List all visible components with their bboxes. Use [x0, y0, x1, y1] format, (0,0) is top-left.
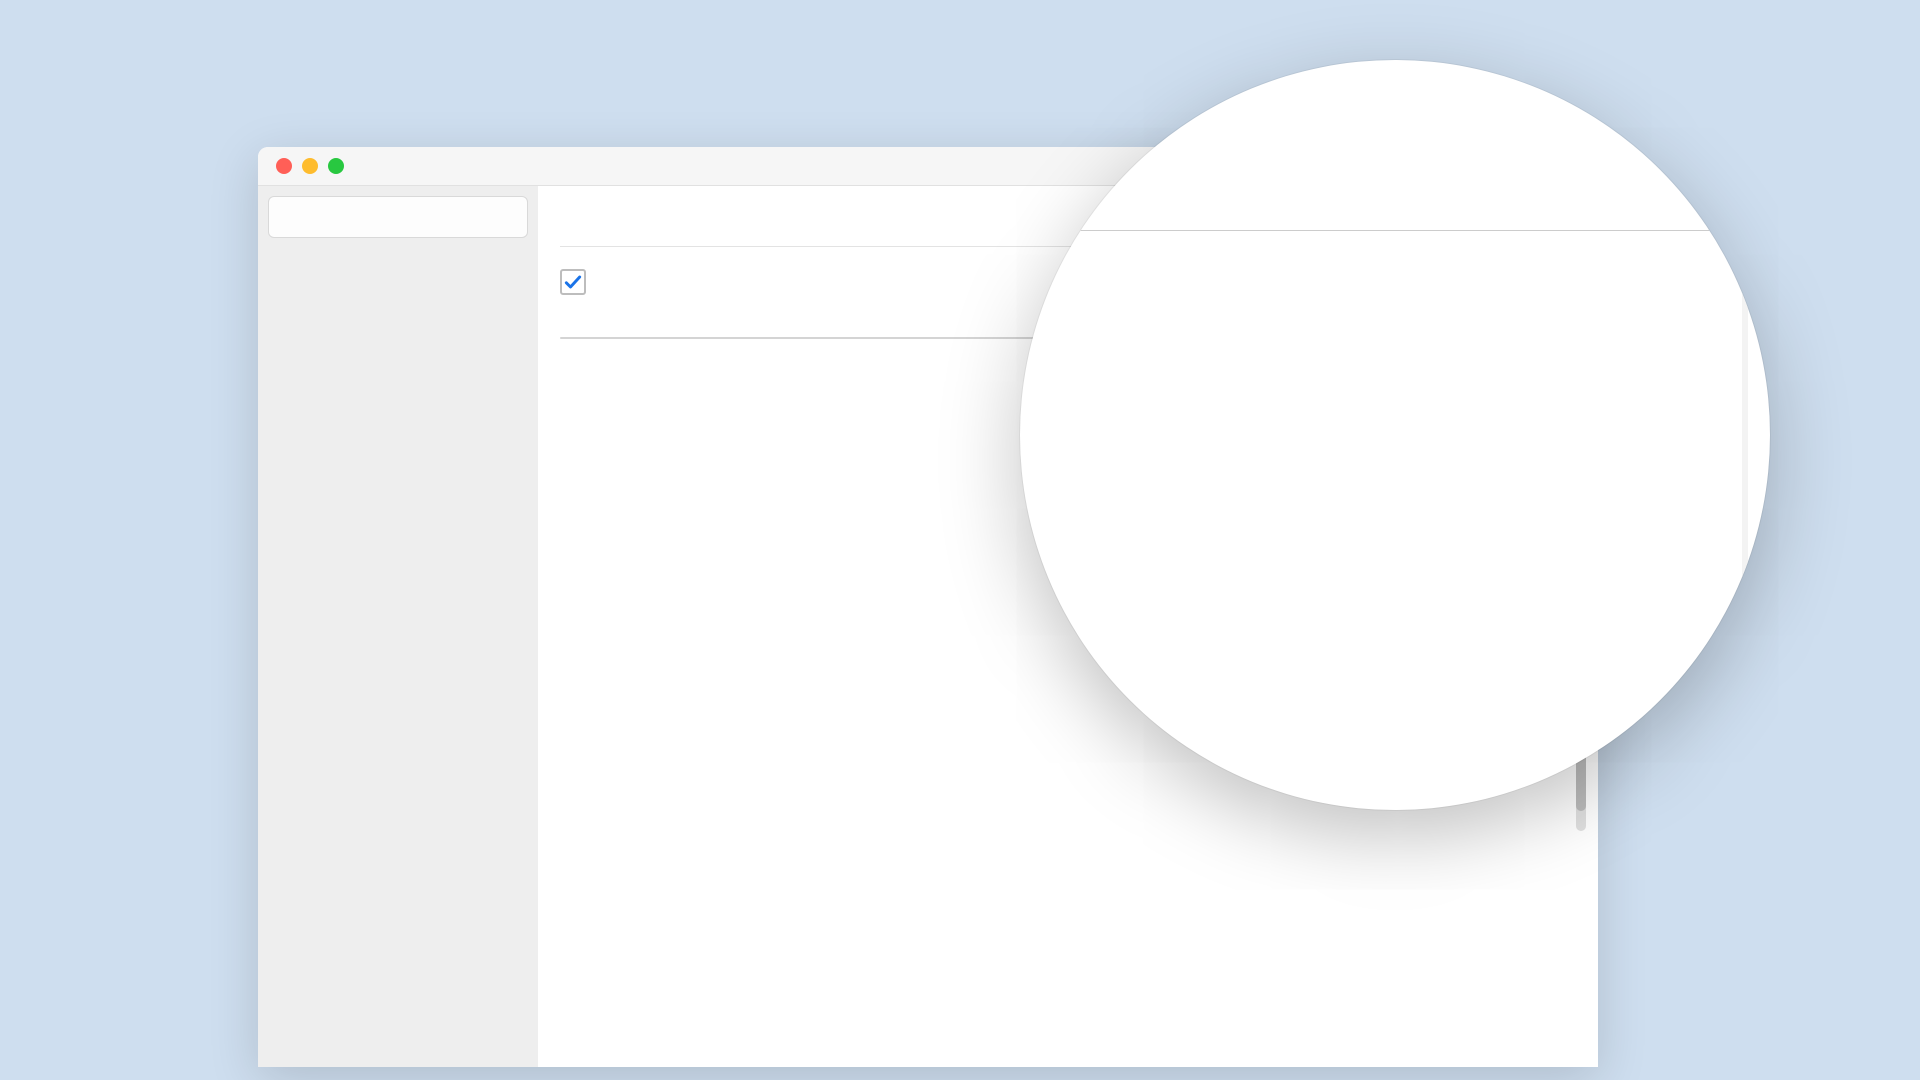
window-controls: [276, 158, 344, 174]
save-passwords-checkbox[interactable]: [560, 269, 586, 295]
minimize-window-button[interactable]: [302, 158, 318, 174]
settings-search-input[interactable]: [268, 196, 528, 238]
maximize-window-button[interactable]: [328, 158, 344, 174]
close-window-button[interactable]: [276, 158, 292, 174]
password-column-magnifier: [1020, 60, 1770, 810]
settings-sidebar: [258, 186, 538, 1067]
